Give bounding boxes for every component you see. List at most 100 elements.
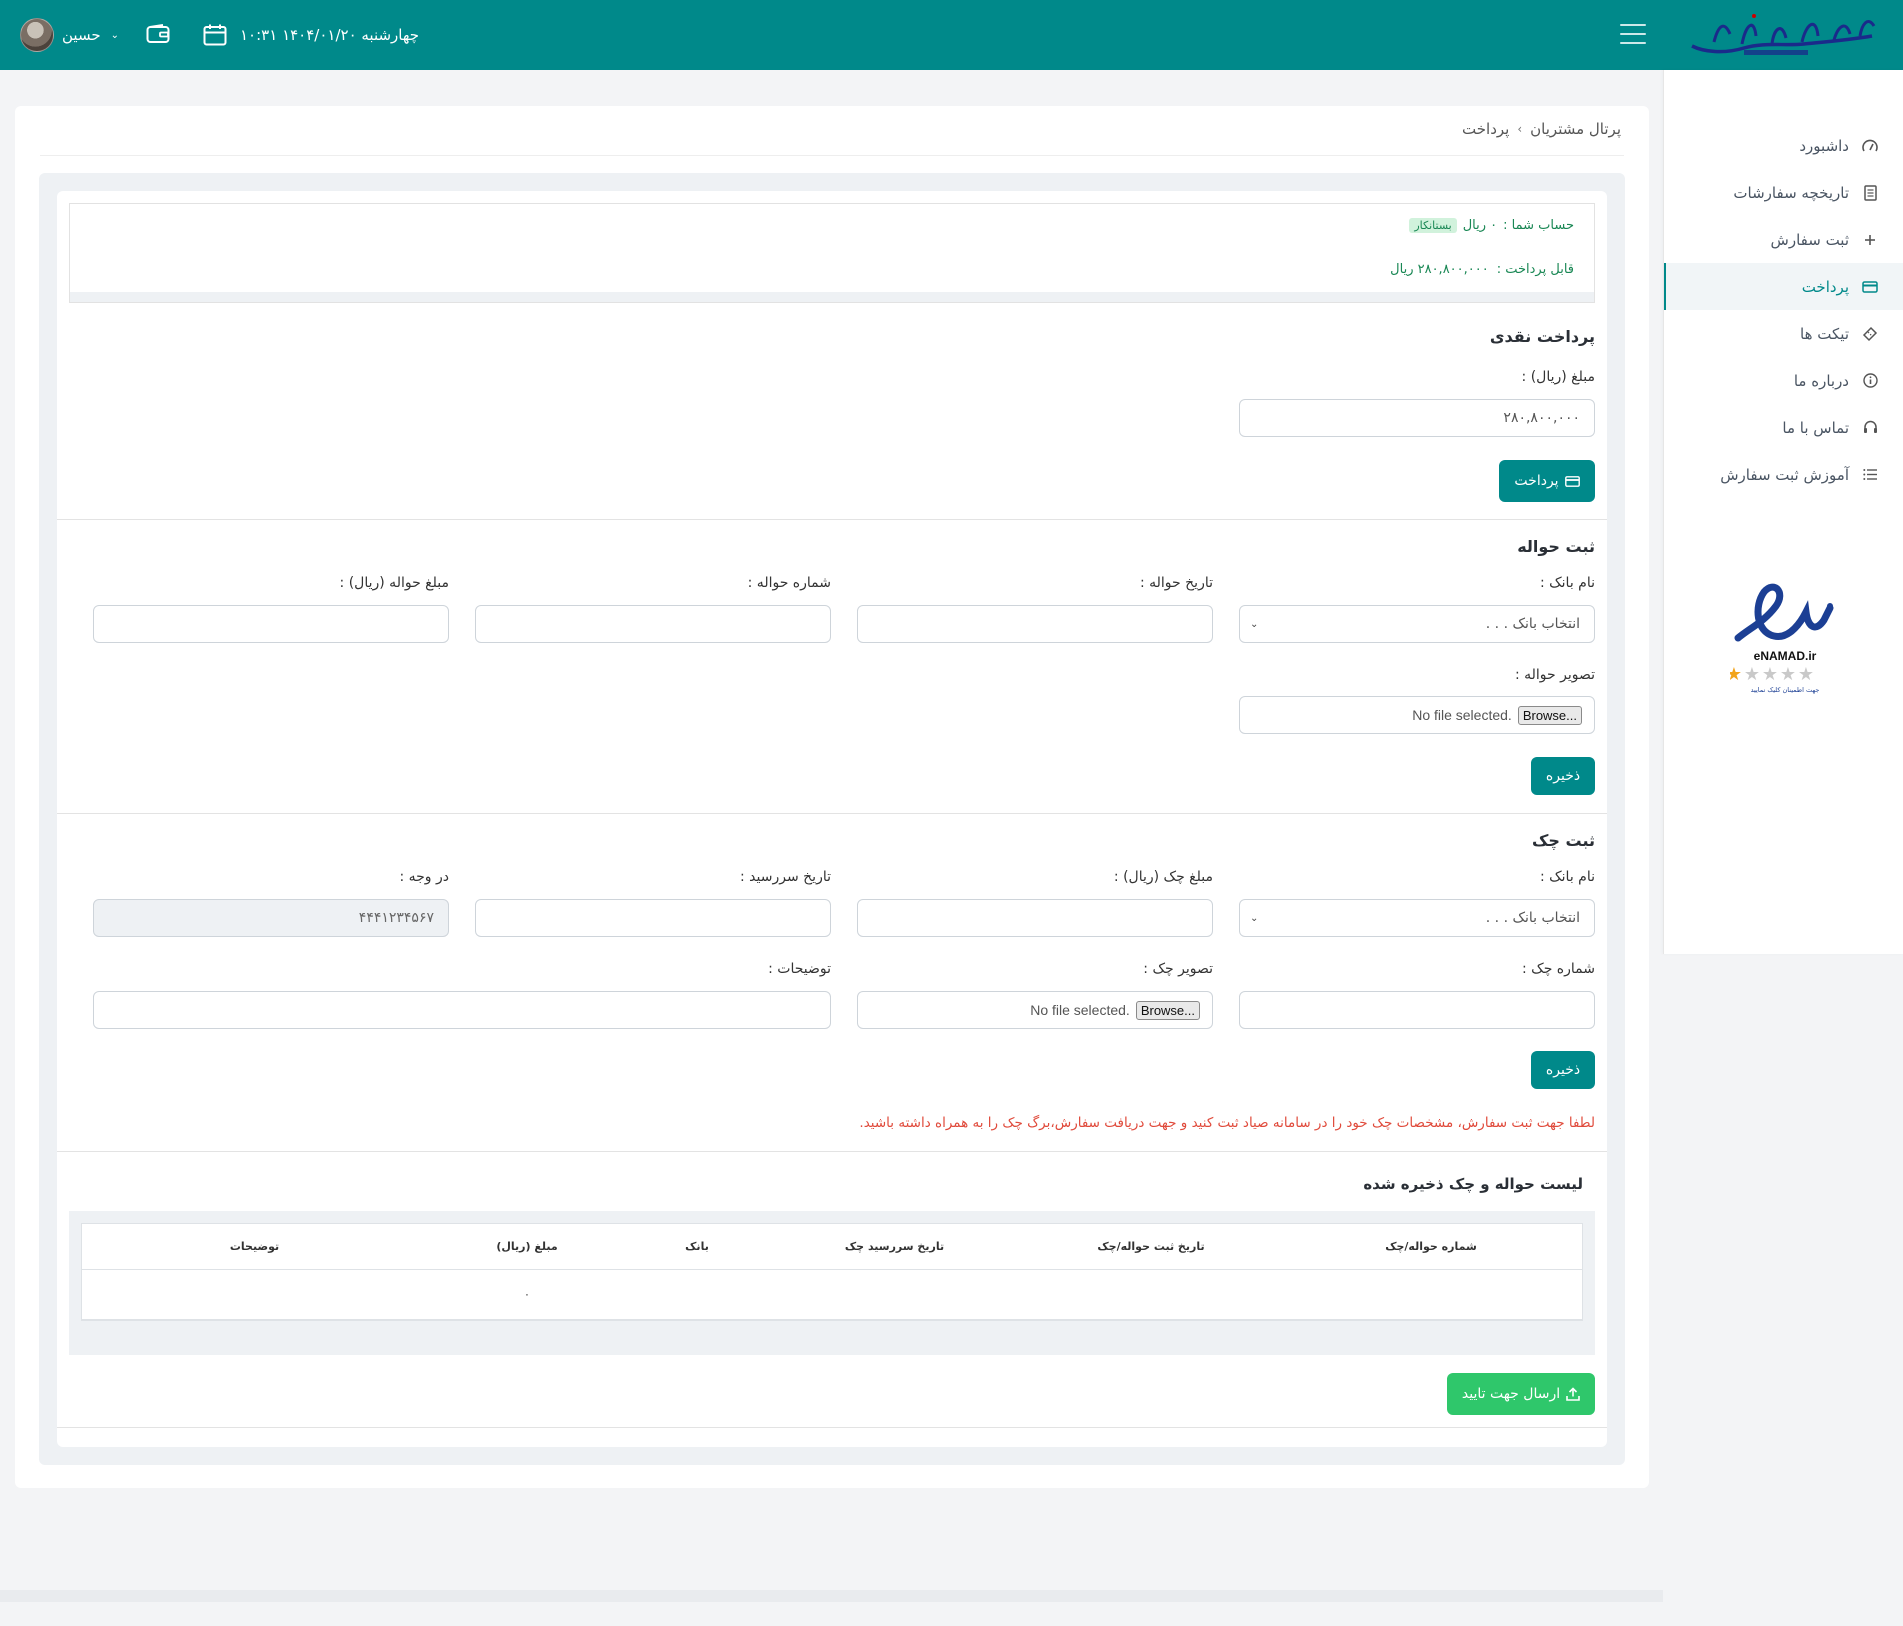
chevron-down-icon: ⌄ — [1250, 913, 1259, 924]
cheque-payee-value: ۴۴۴۱۲۳۴۵۶۷ — [358, 910, 434, 926]
account-label: حساب شما : — [1503, 218, 1574, 233]
column-header[interactable]: تاریخ سررسید چک — [767, 1224, 1022, 1269]
column-header[interactable]: بانک — [627, 1224, 767, 1269]
section-divider — [57, 519, 1607, 520]
cash-amount-input[interactable]: ۲۸۰,۸۰۰,۰۰۰ — [1239, 399, 1595, 437]
cheque-due-date-input[interactable] — [475, 899, 831, 937]
wallet-icon[interactable] — [146, 24, 170, 44]
pay-button-label: پرداخت — [1514, 473, 1559, 489]
credit-card-icon — [1861, 278, 1879, 296]
enamad-caption: جهت اطمینان کلیک نمایید — [1751, 686, 1820, 694]
chevron-down-icon: ⌄ — [1250, 619, 1259, 630]
avatar[interactable] — [20, 18, 54, 52]
cheque-save-button[interactable]: ذخیره — [1531, 1051, 1595, 1089]
list-icon — [1861, 466, 1879, 484]
file-status: No file selected. — [1030, 1002, 1130, 1018]
saved-list-title: لیست حواله و چک ذخیره شده — [1363, 1175, 1583, 1193]
browse-button[interactable]: Browse... — [1135, 1000, 1200, 1020]
sidebar-item-label: پرداخت — [1801, 277, 1849, 296]
sidebar-item-new-order[interactable]: ثبت سفارش — [1664, 216, 1903, 263]
table-row: ۰ — [82, 1270, 1582, 1320]
table-cell — [82, 1270, 427, 1319]
gauge-icon — [1861, 137, 1879, 155]
browse-button[interactable]: Browse... — [1517, 705, 1582, 725]
sidebar-item-order-history[interactable]: تاریخچه سفارشات — [1664, 169, 1903, 216]
transfer-date-input[interactable] — [857, 605, 1213, 643]
transfer-bank-label: نام بانک : — [1539, 575, 1595, 591]
sidebar: داشبورد تاریخچه سفارشات ثبت سفارش پرداخت… — [1663, 70, 1903, 954]
menu-toggle-icon[interactable] — [1620, 24, 1646, 44]
transfer-image-file-input[interactable]: No file selected. Browse... — [1239, 696, 1595, 734]
table-header: شماره حواله/چک تاریخ ثبت حواله/چک تاریخ … — [82, 1224, 1582, 1270]
calendar-icon — [203, 24, 227, 46]
credit-card-icon — [1564, 475, 1580, 487]
sidebar-item-label: داشبورد — [1799, 136, 1849, 155]
main-content-card: پرتال مشتریان › پرداخت حساب شما : ۰ ریال… — [15, 106, 1649, 1488]
top-header: حسین ⌄ چهارشنبه ۱۴۰۴/۰۱/۲۰ ۱۰:۳۱ — [0, 0, 1903, 70]
cheque-amount-input[interactable] — [857, 899, 1213, 937]
account-balance-line: حساب شما : ۰ ریال بستانکار — [1409, 218, 1574, 233]
cheque-notes-input[interactable] — [93, 991, 831, 1029]
svg-text:★: ★ — [1780, 664, 1796, 685]
sidebar-nav: داشبورد تاریخچه سفارشات ثبت سفارش پرداخت… — [1664, 122, 1903, 498]
cheque-image-label: تصویر چک : — [1143, 961, 1213, 977]
sidebar-item-payment[interactable]: پرداخت — [1664, 263, 1903, 310]
table-cell — [1022, 1270, 1280, 1319]
footer-bottom — [0, 1602, 1903, 1626]
sidebar-item-contact[interactable]: تماس با ما — [1664, 404, 1903, 451]
cash-amount-label: مبلغ (ریال) : — [1521, 369, 1595, 385]
column-header[interactable]: مبلغ (ریال) — [427, 1224, 627, 1269]
submit-button-label: ارسال جهت تایید — [1461, 1386, 1561, 1402]
saved-list-table-wrapper: شماره حواله/چک تاریخ ثبت حواله/چک تاریخ … — [69, 1211, 1595, 1355]
cheque-title: ثبت چک — [1532, 831, 1595, 850]
column-header[interactable]: تاریخ ثبت حواله/چک — [1022, 1224, 1280, 1269]
column-header[interactable]: شماره حواله/چک — [1280, 1224, 1582, 1269]
pay-button[interactable]: پرداخت — [1499, 460, 1595, 502]
table-cell — [767, 1270, 1022, 1319]
transfer-number-input[interactable] — [475, 605, 831, 643]
current-datetime: چهارشنبه ۱۴۰۴/۰۱/۲۰ ۱۰:۳۱ — [240, 26, 420, 44]
svg-text:★: ★ — [1730, 664, 1742, 685]
sidebar-item-label: تاریخچه سفارشات — [1733, 183, 1849, 202]
info-icon — [1861, 372, 1879, 390]
transfer-amount-label: مبلغ حواله (ریال) : — [339, 575, 449, 591]
sidebar-item-label: درباره ما — [1793, 371, 1849, 390]
submit-for-approval-button[interactable]: ارسال جهت تایید — [1447, 1373, 1595, 1415]
user-name[interactable]: حسین — [62, 26, 101, 44]
transfer-bank-select[interactable]: انتخاب بانک . . . ⌄ — [1239, 605, 1595, 643]
enamad-domain: eNAMAD.ir — [1754, 649, 1817, 663]
transfer-save-button[interactable]: ذخیره — [1531, 757, 1595, 795]
footer-bar — [0, 1590, 1663, 1602]
brand-logo[interactable] — [1684, 6, 1880, 64]
transfer-amount-input[interactable] — [93, 605, 449, 643]
sidebar-item-label: آموزش ثبت سفارش — [1720, 465, 1849, 484]
sidebar-item-about[interactable]: درباره ما — [1664, 357, 1903, 404]
sidebar-item-dashboard[interactable]: داشبورد — [1664, 122, 1903, 169]
breadcrumb-root[interactable]: پرتال مشتریان — [1530, 120, 1621, 138]
payment-form-container: حساب شما : ۰ ریال بستانکار قابل پرداخت :… — [57, 191, 1607, 1447]
cheque-number-input[interactable] — [1239, 991, 1595, 1029]
transfer-image-label: تصویر حواله : — [1514, 667, 1595, 683]
section-divider — [57, 813, 1607, 814]
sidebar-item-order-tutorial[interactable]: آموزش ثبت سفارش — [1664, 451, 1903, 498]
account-balance: ۰ ریال — [1462, 218, 1498, 233]
payment-panel: حساب شما : ۰ ریال بستانکار قابل پرداخت :… — [39, 173, 1625, 1465]
enamad-trust-badge[interactable]: eNAMAD.ir ★ ★ ★ ★ ★ جهت اطمینان کلیک نما… — [1726, 566, 1840, 696]
account-strip — [70, 292, 1594, 302]
svg-text:★: ★ — [1744, 664, 1760, 685]
status-badge: بستانکار — [1409, 218, 1457, 233]
column-header[interactable]: توضیحات — [82, 1224, 427, 1269]
headset-icon — [1861, 419, 1879, 437]
user-menu[interactable]: حسین ⌄ — [20, 18, 119, 52]
svg-text:★: ★ — [1762, 664, 1778, 685]
sidebar-item-tickets[interactable]: تیکت ها — [1664, 310, 1903, 357]
plus-icon — [1861, 231, 1879, 249]
section-divider — [57, 1151, 1607, 1152]
chevron-down-icon[interactable]: ⌄ — [111, 30, 119, 41]
cheque-bank-select[interactable]: انتخاب بانک . . . ⌄ — [1239, 899, 1595, 937]
cheque-number-label: شماره چک : — [1522, 961, 1595, 977]
breadcrumb-separator: › — [1517, 122, 1523, 136]
cheque-amount-label: مبلغ چک (ریال) : — [1113, 869, 1213, 885]
cheque-image-file-input[interactable]: No file selected. Browse... — [857, 991, 1213, 1029]
table-cell — [1280, 1270, 1582, 1319]
